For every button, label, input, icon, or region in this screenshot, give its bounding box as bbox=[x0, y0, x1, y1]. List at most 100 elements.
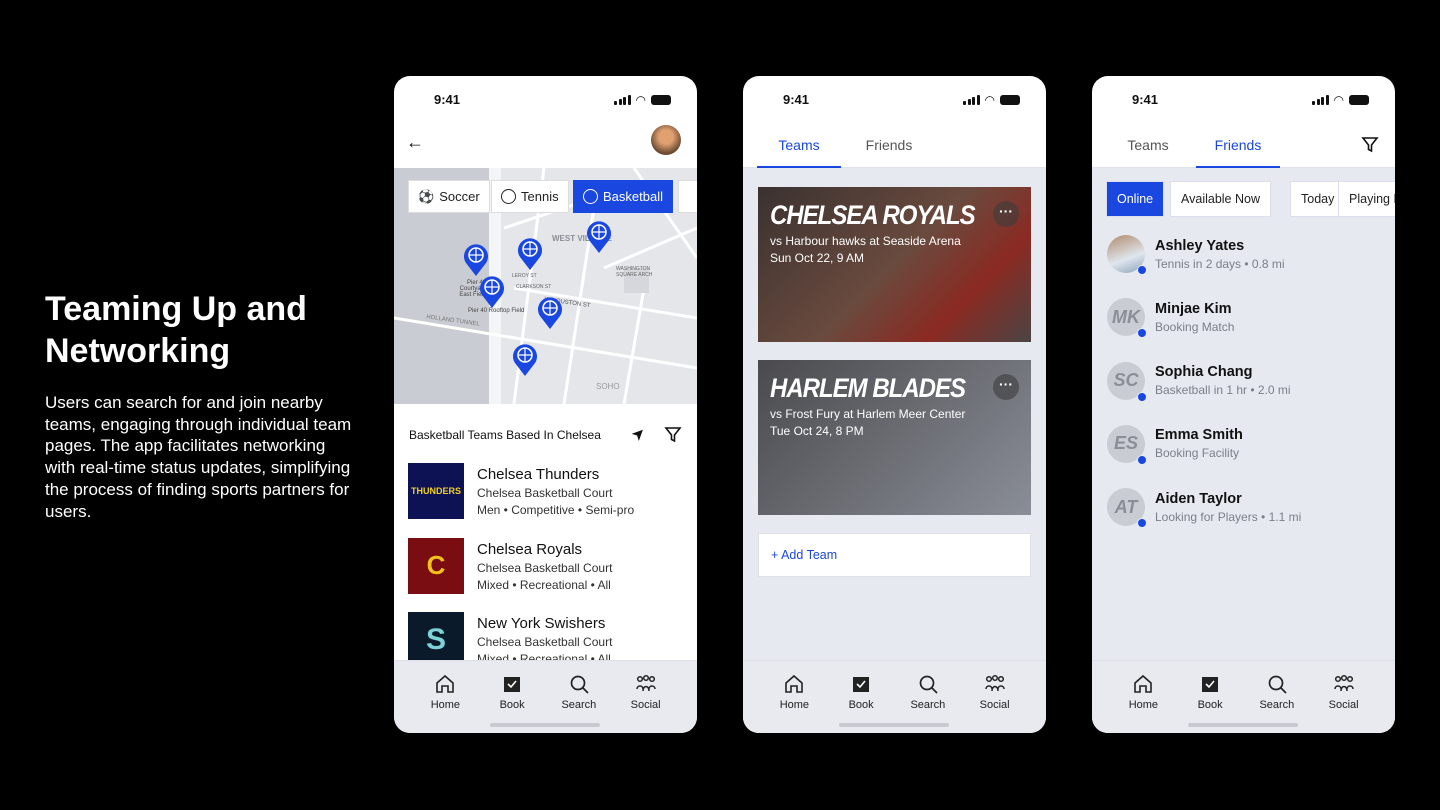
home-icon bbox=[785, 674, 804, 693]
nav-home[interactable]: Home bbox=[1118, 673, 1168, 733]
battery-icon bbox=[1000, 95, 1020, 105]
nav-social[interactable]: Social bbox=[970, 673, 1020, 733]
phone-teams: 9:41 ◠ Teams Friends CHELSEA ROYALS vs Ha… bbox=[743, 76, 1046, 733]
more-options-button[interactable]: ··· bbox=[993, 374, 1019, 400]
avatar[interactable] bbox=[651, 125, 681, 155]
map-label: WASHINGTON SQUARE ARCH bbox=[616, 266, 653, 278]
tab-bar: Teams Friends bbox=[1092, 124, 1395, 168]
back-button[interactable]: ← bbox=[406, 132, 424, 153]
chip-more[interactable] bbox=[678, 180, 697, 213]
book-icon bbox=[504, 677, 521, 692]
home-indicator bbox=[490, 723, 600, 727]
avatar: ES bbox=[1107, 424, 1147, 465]
team-name: New York Swishers bbox=[477, 615, 606, 632]
friend-name: Sophia Chang bbox=[1155, 364, 1253, 381]
intro-body: Users can search for and join nearby tea… bbox=[45, 393, 352, 521]
basketball-court-pin[interactable] bbox=[512, 343, 538, 377]
friend-list-item[interactable]: MK Minjae Kim Booking Match bbox=[1107, 295, 1387, 339]
signal-icon bbox=[963, 95, 980, 105]
tab-friends[interactable]: Friends bbox=[1196, 137, 1280, 168]
avatar: AT bbox=[1107, 488, 1147, 529]
team-card[interactable]: HARLEM BLADES vs Frost Fury at Harlem Me… bbox=[758, 360, 1031, 515]
team-logo: THUNDERS bbox=[408, 463, 464, 519]
nav-home[interactable]: Home bbox=[769, 673, 819, 733]
team-venue: Chelsea Basketball Court bbox=[477, 560, 613, 575]
search-icon bbox=[919, 675, 938, 694]
friend-name: Emma Smith bbox=[1155, 427, 1243, 444]
battery-icon bbox=[1349, 95, 1369, 105]
signal-icon bbox=[614, 95, 631, 105]
nav-social[interactable]: Social bbox=[1319, 673, 1369, 733]
content: CHELSEA ROYALS vs Harbour hawks at Seasi… bbox=[743, 168, 1046, 733]
signal-icon bbox=[1312, 95, 1329, 105]
team-venue: Chelsea Basketball Court bbox=[477, 635, 613, 649]
friend-name: Aiden Taylor bbox=[1155, 490, 1242, 507]
status-bar: 9:41 ◠ bbox=[394, 76, 697, 124]
friend-status: Basketball in 1 hr • 2.0 mi bbox=[1155, 383, 1291, 398]
friend-status: Looking for Players • 1.1 mi bbox=[1155, 509, 1302, 524]
team-venue: Chelsea Basketball Court bbox=[477, 486, 613, 500]
team-logo: C bbox=[408, 537, 464, 594]
add-team-button[interactable]: + Add Team bbox=[758, 533, 1031, 577]
tennis-ball-icon bbox=[501, 189, 516, 204]
tab-teams[interactable]: Teams bbox=[1106, 137, 1190, 153]
soccer-ball-icon: ⚽ bbox=[418, 188, 435, 204]
intro: Teaming Up and Networking Users can sear… bbox=[45, 288, 355, 522]
basketball-court-pin[interactable] bbox=[463, 243, 489, 277]
online-status-dot bbox=[1137, 391, 1147, 402]
filter-available-now[interactable]: Available Now bbox=[1170, 181, 1271, 217]
home-indicator bbox=[839, 723, 949, 727]
chip-soccer[interactable]: ⚽ Soccer bbox=[408, 180, 490, 213]
friend-status: Tennis in 2 days • 0.8 mi bbox=[1155, 256, 1285, 271]
basketball-court-pin[interactable] bbox=[537, 296, 563, 330]
social-icon bbox=[984, 674, 1005, 692]
location-icon[interactable]: ➤ bbox=[627, 422, 651, 446]
intro-title: Teaming Up and Networking bbox=[45, 290, 307, 370]
social-icon bbox=[635, 674, 656, 692]
filter-playing-now[interactable]: Playing Now bbox=[1338, 181, 1395, 217]
nav-home[interactable]: Home bbox=[420, 673, 470, 733]
friend-name: Ashley Yates bbox=[1155, 237, 1245, 254]
wifi-icon: ◠ bbox=[1333, 93, 1344, 107]
team-name: Chelsea Royals bbox=[477, 540, 583, 558]
avatar bbox=[1107, 235, 1147, 275]
friend-list-item[interactable]: Ashley Yates Tennis in 2 days • 0.8 mi bbox=[1107, 232, 1387, 276]
basketball-court-pin[interactable] bbox=[479, 275, 505, 309]
map-label: LEROY ST bbox=[512, 273, 537, 279]
tab-bar: Teams Friends bbox=[743, 124, 1046, 168]
basketball-court-pin[interactable] bbox=[517, 237, 543, 271]
friend-list-item[interactable]: SC Sophia Chang Basketball in 1 hr • 2.0 m… bbox=[1107, 359, 1387, 403]
list-title: Basketball Teams Based In Chelsea bbox=[409, 428, 601, 442]
home-icon bbox=[1134, 674, 1153, 693]
search-icon bbox=[1268, 675, 1287, 694]
map-label: SOHO bbox=[596, 382, 620, 391]
chip-basketball[interactable]: Basketball bbox=[573, 180, 673, 213]
home-icon bbox=[436, 674, 455, 693]
filter-online[interactable]: Online bbox=[1106, 181, 1165, 217]
basketball-court-pin[interactable] bbox=[586, 220, 612, 254]
chip-tennis[interactable]: Tennis bbox=[491, 180, 569, 213]
book-icon bbox=[1202, 677, 1219, 692]
book-icon bbox=[853, 677, 870, 692]
team-list-item[interactable]: C Chelsea Royals Chelsea Basketball Court M… bbox=[408, 537, 687, 596]
nav-social[interactable]: Social bbox=[621, 673, 671, 733]
tab-friends[interactable]: Friends bbox=[847, 137, 931, 153]
online-status-dot bbox=[1137, 518, 1147, 529]
friend-status: Booking Facility bbox=[1155, 446, 1240, 461]
team-list-item[interactable]: THUNDERS Chelsea Thunders Chelsea Basketba… bbox=[408, 463, 687, 521]
friend-list-item[interactable]: AT Aiden Taylor Looking for Players • 1.1 … bbox=[1107, 485, 1387, 529]
filter-icon[interactable] bbox=[664, 426, 682, 444]
social-icon bbox=[1333, 674, 1354, 692]
team-card[interactable]: CHELSEA ROYALS vs Harbour hawks at Seasi… bbox=[758, 187, 1031, 342]
battery-icon bbox=[651, 95, 671, 105]
avatar: MK bbox=[1107, 298, 1147, 339]
more-options-button[interactable]: ··· bbox=[993, 201, 1019, 227]
friend-list-item[interactable]: ES Emma Smith Booking Facility bbox=[1107, 422, 1387, 466]
team-tags: Mixed • Recreational • All bbox=[477, 577, 611, 592]
home-indicator bbox=[1188, 723, 1298, 727]
tab-teams[interactable]: Teams bbox=[757, 137, 841, 168]
map[interactable]: WEST VILLAGE Pier 40 Courtyard East Fiel… bbox=[394, 168, 697, 404]
team-tags: Men • Competitive • Semi-pro bbox=[477, 503, 635, 517]
wifi-icon: ◠ bbox=[984, 93, 995, 107]
filter-icon[interactable] bbox=[1361, 136, 1379, 154]
